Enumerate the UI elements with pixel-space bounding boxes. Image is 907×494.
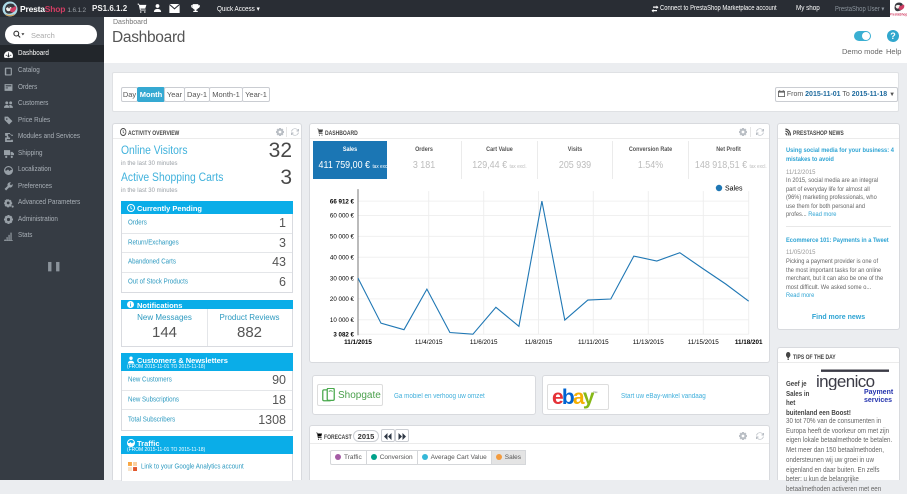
svg-text:11/15/2015: 11/15/2015 [688, 339, 720, 346]
svg-text:11/18/201: 11/18/201 [735, 339, 763, 346]
svg-text:11/13/2015: 11/13/2015 [633, 339, 665, 346]
svg-text:11/6/2015: 11/6/2015 [470, 339, 498, 346]
svg-text:Sales: Sales [725, 186, 743, 193]
svg-text:30 000 €: 30 000 € [330, 275, 355, 282]
svg-text:10 000 €: 10 000 € [330, 317, 355, 324]
svg-text:PrestaShop: PrestaShop [890, 13, 907, 17]
svg-text:11/1/2015: 11/1/2015 [344, 339, 372, 346]
svg-text:40 000 €: 40 000 € [330, 254, 355, 261]
svg-text:20 000 €: 20 000 € [330, 296, 355, 303]
svg-text:3 082 €: 3 082 € [333, 331, 354, 338]
svg-text:11/8/2015: 11/8/2015 [525, 339, 553, 346]
svg-text:11/4/2015: 11/4/2015 [415, 339, 443, 346]
svg-text:11/11/2015: 11/11/2015 [578, 339, 609, 346]
svg-text:50 000 €: 50 000 € [330, 234, 355, 241]
svg-text:60 000 €: 60 000 € [330, 213, 355, 220]
svg-text:66 912 €: 66 912 € [330, 198, 355, 205]
svg-text:ingenico: ingenico [816, 372, 875, 390]
